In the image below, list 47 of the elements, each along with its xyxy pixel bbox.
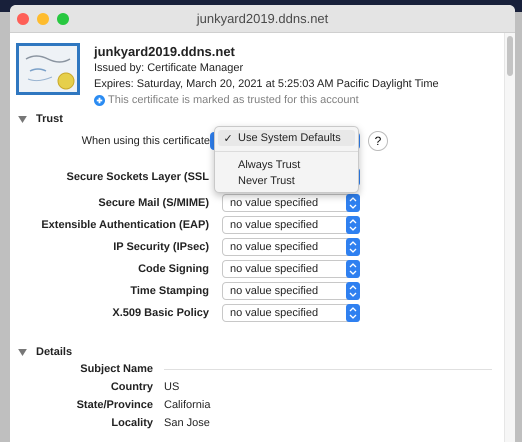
- close-button[interactable]: [17, 12, 29, 24]
- scroll-thumb[interactable]: [507, 36, 513, 76]
- policy-popup[interactable]: no value specified: [222, 238, 360, 256]
- detail-label: Country: [110, 381, 153, 393]
- detail-value: California: [164, 399, 210, 411]
- plus-icon: [94, 94, 105, 106]
- certificate-name: junkyard2019.ddns.net: [94, 43, 235, 60]
- detail-label: Subject Name: [79, 363, 153, 375]
- stepper-icon: [346, 282, 360, 300]
- menu-item[interactable]: Never Trust: [218, 173, 355, 189]
- menu-item[interactable]: Always Trust: [218, 157, 355, 173]
- section-heading: Details: [36, 346, 72, 358]
- policy-popup[interactable]: no value specified: [222, 304, 360, 322]
- policy-popup[interactable]: no value specified: [222, 260, 360, 278]
- stepper-icon: [346, 260, 360, 278]
- detail-label: Locality: [110, 417, 153, 429]
- stepper-icon: [346, 216, 360, 234]
- stepper-icon: [346, 304, 360, 322]
- window-title: junkyard2019.ddns.net: [196, 11, 330, 26]
- help-button[interactable]: ?: [368, 131, 388, 151]
- certificate-icon: [16, 43, 80, 95]
- trust-note: This certificate is marked as trusted for this account: [108, 93, 359, 108]
- policy-label: X.509 Basic Policy: [111, 307, 209, 319]
- section-heading: Trust: [36, 113, 63, 125]
- policy-popup[interactable]: no value specified: [222, 194, 360, 212]
- scrollbar[interactable]: [504, 33, 515, 442]
- detail-value: US: [164, 381, 180, 393]
- policy-popup[interactable]: no value specified: [222, 216, 360, 234]
- zoom-button[interactable]: [57, 12, 69, 24]
- policy-popup[interactable]: no value specified: [222, 282, 360, 300]
- policy-label: Secure Mail (S/MIME): [97, 197, 209, 209]
- checkmark-icon: ✓: [218, 132, 238, 144]
- policy-label: Time Stamping: [129, 285, 209, 297]
- detail-label: State/Province: [76, 399, 153, 411]
- detail-value: San Jose: [164, 417, 210, 429]
- policy-label: Extensible Authentication (EAP): [40, 219, 209, 231]
- issuer-text: Issued by: Certificate Manager: [94, 61, 244, 76]
- policy-label: Code Signing: [137, 263, 209, 275]
- stepper-icon: [346, 238, 360, 256]
- policy-label: Secure Sockets Layer (SSL: [66, 171, 209, 183]
- minimize-button[interactable]: [37, 12, 49, 24]
- policy-label: IP Security (IPsec): [112, 241, 209, 253]
- menu-item[interactable]: ✓ Use System Defaults: [218, 130, 355, 146]
- disclosure-triangle-icon[interactable]: [18, 116, 27, 122]
- disclosure-triangle-icon[interactable]: [18, 348, 27, 356]
- trust-label: When using this certificate: [80, 135, 210, 147]
- expiry-text: Expires: Saturday, March 20, 2021 at 5:25:03 AM Pacific Daylight Time: [94, 77, 439, 92]
